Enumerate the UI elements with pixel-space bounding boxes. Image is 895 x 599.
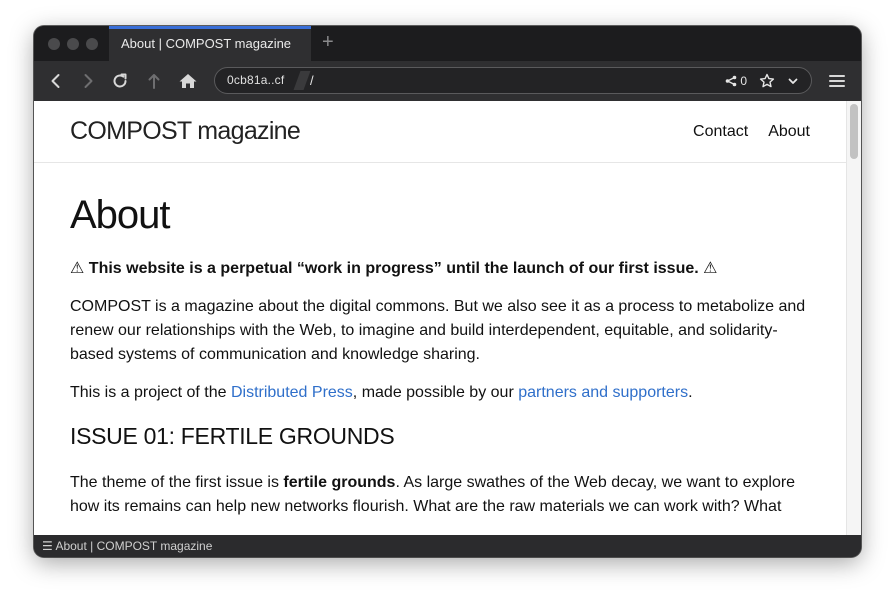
project-text: . bbox=[688, 384, 693, 401]
nav-link-about[interactable]: About bbox=[768, 123, 810, 141]
star-icon[interactable] bbox=[759, 73, 775, 89]
window-zoom-button[interactable] bbox=[86, 38, 98, 50]
tab-title: About | COMPOST magazine bbox=[121, 36, 292, 51]
page-viewport: COMPOST magazine Contact About About ⚠ T… bbox=[34, 101, 861, 535]
window-minimize-button[interactable] bbox=[67, 38, 79, 50]
share-count: 0 bbox=[740, 73, 747, 88]
theme-paragraph: The theme of the first issue is fertile … bbox=[70, 471, 810, 519]
site-nav: Contact About bbox=[693, 123, 810, 141]
scrollbar-thumb[interactable] bbox=[850, 104, 858, 159]
toolbar: 0cb81a..cf / 0 bbox=[34, 61, 861, 101]
issue-heading: ISSUE 01: FERTILE GROUNDS bbox=[70, 423, 395, 449]
distributed-press-link[interactable]: Distributed Press bbox=[231, 384, 353, 401]
nav-link-contact[interactable]: Contact bbox=[693, 123, 748, 141]
project-text: , made possible by our bbox=[352, 384, 519, 401]
forward-icon bbox=[84, 74, 93, 88]
chevron-down-icon[interactable] bbox=[787, 75, 799, 87]
intro-paragraph: COMPOST is a magazine about the digital … bbox=[70, 298, 806, 363]
site-title[interactable]: COMPOST magazine bbox=[70, 117, 301, 146]
page-content: About ⚠ This website is a perpetual “wor… bbox=[70, 163, 810, 519]
browser-window: About | COMPOST magazine + 0cb81a..cf / bbox=[34, 26, 861, 557]
upload-button[interactable] bbox=[140, 67, 168, 95]
warning-icon: ⚠ bbox=[70, 260, 85, 277]
home-button[interactable] bbox=[174, 67, 202, 95]
warning-text: This website is a perpetual “work in pro… bbox=[88, 260, 699, 277]
address-bar-actions: 0 bbox=[725, 68, 799, 93]
reload-button[interactable] bbox=[106, 67, 134, 95]
warning-icon: ⚠ bbox=[703, 260, 718, 277]
share-icon bbox=[726, 75, 737, 86]
menu-button[interactable] bbox=[823, 67, 851, 95]
project-text: This is a project of the bbox=[70, 384, 231, 401]
tab-bar: About | COMPOST magazine + bbox=[34, 26, 861, 61]
warning-notice: ⚠ This website is a perpetual “work in p… bbox=[70, 257, 810, 281]
status-bar: ☰ About | COMPOST magazine bbox=[34, 535, 861, 557]
share-button[interactable]: 0 bbox=[725, 74, 747, 88]
theme-text: The theme of the first issue is bbox=[70, 474, 284, 491]
menu-icon: ☰ bbox=[42, 539, 53, 553]
home-icon bbox=[179, 74, 197, 88]
window-close-button[interactable] bbox=[48, 38, 60, 50]
project-paragraph: This is a project of the Distributed Pre… bbox=[70, 381, 810, 405]
menu-icon bbox=[829, 75, 845, 87]
address-bar[interactable]: 0cb81a..cf / 0 bbox=[214, 67, 812, 94]
back-icon bbox=[51, 74, 60, 88]
status-text: About | COMPOST magazine bbox=[55, 539, 213, 553]
reload-icon bbox=[113, 73, 127, 88]
url-host: 0cb81a..cf bbox=[227, 73, 285, 87]
upload-icon bbox=[148, 74, 160, 89]
back-button[interactable] bbox=[42, 67, 70, 95]
url-separator bbox=[293, 71, 311, 90]
new-tab-button[interactable]: + bbox=[322, 32, 334, 52]
tab-active[interactable]: About | COMPOST magazine bbox=[109, 26, 311, 61]
url-path: / bbox=[310, 73, 314, 88]
forward-button[interactable] bbox=[74, 67, 102, 95]
scrollbar[interactable] bbox=[846, 101, 861, 535]
theme-emphasis: fertile grounds bbox=[283, 474, 396, 491]
partners-link[interactable]: partners and supporters bbox=[518, 384, 688, 401]
site-header: COMPOST magazine Contact About bbox=[34, 101, 846, 163]
page-title: About bbox=[70, 193, 171, 237]
